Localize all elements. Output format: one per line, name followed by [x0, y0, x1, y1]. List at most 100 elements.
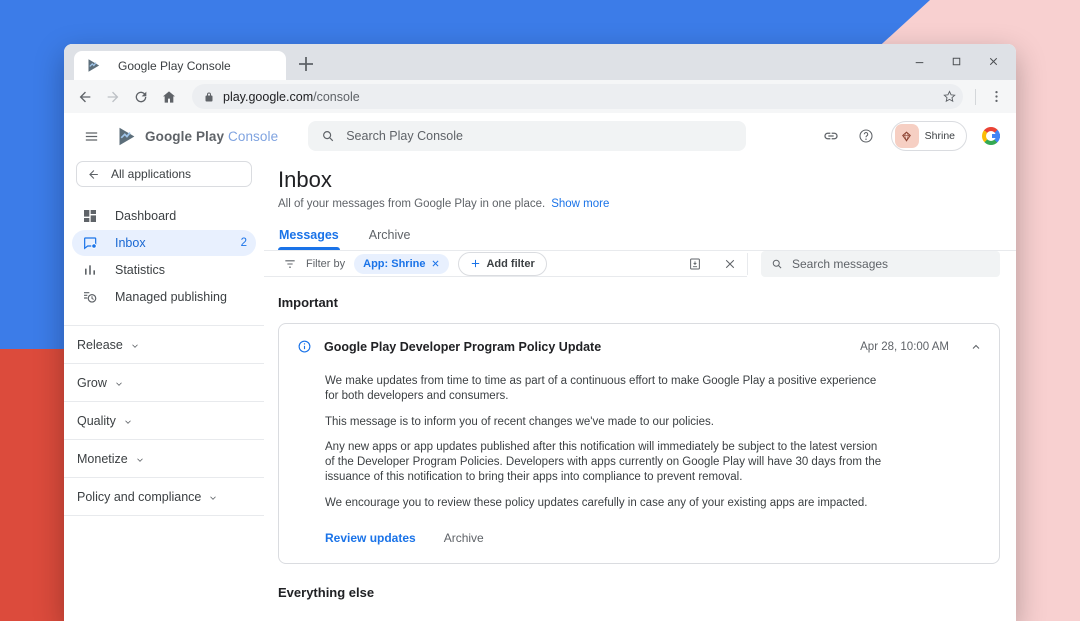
shrine-app-icon	[894, 124, 919, 148]
save-filter-button[interactable]	[686, 255, 704, 273]
dashboard-icon	[81, 208, 98, 225]
app-header-right: Shrine	[821, 121, 1000, 151]
review-updates-button[interactable]: Review updates	[325, 531, 416, 545]
sidebar-item-label: Managed publishing	[115, 290, 227, 304]
home-button[interactable]	[158, 86, 180, 108]
lock-icon[interactable]	[203, 91, 215, 103]
menu-button[interactable]	[80, 125, 102, 147]
window-minimize-button[interactable]	[913, 55, 926, 68]
filter-chip-app-shrine[interactable]: App: Shrine	[354, 253, 450, 274]
filter-controls: Filter by App: Shrine Add filter	[264, 251, 747, 277]
sidebar-section-grow[interactable]: Grow	[64, 364, 264, 401]
sidebar-section-policy-and-compliance[interactable]: Policy and compliance	[64, 478, 264, 515]
chevron-down-icon	[132, 343, 138, 348]
browser-tab-strip: Google Play Console	[64, 44, 1016, 80]
new-tab-button[interactable]	[294, 52, 318, 76]
sidebar-item-label: Statistics	[115, 263, 166, 277]
console-search-bar[interactable]	[308, 121, 747, 151]
hamburger-icon	[85, 131, 97, 141]
clear-filters-button[interactable]	[721, 255, 739, 273]
window-close-button[interactable]	[987, 55, 1000, 68]
app-logo-text: Google Play Console	[145, 129, 278, 144]
reload-icon	[135, 91, 147, 102]
back-arrow-icon	[89, 169, 98, 179]
browser-menu-button[interactable]	[986, 87, 1006, 107]
filter-chip-label: App: Shrine	[363, 257, 426, 270]
toolbar-divider	[975, 88, 976, 105]
important-heading: Important	[278, 295, 338, 310]
window-maximize-button[interactable]	[950, 55, 963, 68]
help-icon	[859, 129, 873, 143]
logo-secondary: Console	[227, 128, 279, 144]
chevron-down-icon	[210, 495, 217, 500]
message-search-bar[interactable]	[761, 251, 1000, 277]
chevron-down-icon	[116, 381, 122, 386]
message-actions: Review updates Archive	[279, 511, 999, 563]
sidebar-section-label: Quality	[77, 413, 116, 428]
sidebar-item-label: Dashboard	[115, 209, 177, 223]
sidebar-item-managed-publishing[interactable]: Managed publishing	[72, 284, 256, 310]
sidebar-section-quality[interactable]: Quality	[64, 402, 264, 439]
sidebar-section-label: Policy and compliance	[77, 489, 202, 504]
sidebar: All applications Dashboard Inbox 2 Stati…	[64, 159, 264, 621]
message-body: We make updates from time to time as par…	[279, 354, 999, 511]
tab-messages[interactable]: Messages	[278, 220, 340, 250]
browser-tab[interactable]: Google Play Console	[74, 51, 286, 80]
sidebar-divider	[64, 515, 264, 516]
search-icon	[772, 259, 782, 269]
close-icon	[725, 259, 735, 268]
console-search-input[interactable]	[346, 129, 734, 143]
app-header: Google Play Console Shrine	[64, 113, 1016, 159]
forward-button[interactable]	[102, 86, 124, 108]
app-selector-chip[interactable]: Shrine	[890, 121, 967, 151]
google-logo[interactable]	[982, 127, 1000, 145]
url-bar[interactable]: play.google.com /console	[192, 84, 963, 109]
sidebar-item-dashboard[interactable]: Dashboard	[72, 203, 256, 229]
page-subtitle: All of your messages from Google Play in…	[278, 198, 1000, 210]
message-paragraph: This message is to inform you of recent …	[325, 415, 714, 428]
message-search-area	[748, 251, 1000, 277]
message-meta: Apr 28, 10:00 AM	[860, 341, 982, 353]
sidebar-section-label: Release	[77, 337, 123, 352]
arrow-right-icon	[107, 91, 119, 102]
add-filter-label: Add filter	[486, 257, 535, 270]
message-paragraph: We make updates from time to time as par…	[325, 375, 877, 403]
back-button[interactable]	[74, 86, 96, 108]
inbox-unread-badge: 2	[240, 237, 247, 249]
reload-button[interactable]	[130, 86, 152, 108]
bookmark-star-icon[interactable]	[942, 89, 957, 104]
sidebar-section-label: Monetize	[77, 451, 128, 466]
add-filter-button[interactable]: Add filter	[458, 251, 547, 276]
arrow-left-icon	[79, 91, 91, 102]
filter-by-label: Filter by	[306, 257, 346, 270]
all-applications-button[interactable]: All applications	[76, 161, 252, 187]
show-more-link[interactable]: Show more	[551, 198, 609, 210]
play-console-favicon	[88, 59, 100, 72]
link-icon	[823, 132, 838, 140]
link-button[interactable]	[821, 126, 841, 146]
message-search-input[interactable]	[792, 257, 990, 271]
tab-archive[interactable]: Archive	[368, 220, 412, 250]
collapse-chevron-icon[interactable]	[970, 341, 982, 353]
app-selector-label: Shrine	[924, 130, 955, 142]
sidebar-section-monetize[interactable]: Monetize	[64, 440, 264, 477]
sidebar-section-release[interactable]: Release	[64, 326, 264, 363]
home-icon	[163, 90, 175, 103]
sidebar-item-inbox[interactable]: Inbox 2	[72, 230, 256, 256]
url-path: /console	[313, 89, 360, 104]
archive-button[interactable]: Archive	[444, 531, 484, 545]
filter-bar: Filter by App: Shrine Add filter	[264, 251, 1000, 277]
sidebar-item-statistics[interactable]: Statistics	[72, 257, 256, 283]
main-content: Inbox All of your messages from Google P…	[264, 159, 1016, 621]
window-controls	[913, 44, 1000, 78]
all-applications-label: All applications	[111, 167, 192, 181]
sidebar-section-label: Grow	[77, 375, 107, 390]
page-title: Inbox	[278, 167, 332, 192]
sidebar-item-label: Inbox	[115, 236, 146, 250]
help-button[interactable]	[856, 126, 876, 146]
subtitle-text: All of your messages from Google Play in…	[278, 198, 546, 210]
message-card-header[interactable]: Google Play Developer Program Policy Upd…	[279, 324, 999, 354]
inbox-icon	[81, 235, 98, 252]
dots-vertical-icon	[994, 91, 998, 102]
chip-close-icon[interactable]	[431, 259, 440, 268]
